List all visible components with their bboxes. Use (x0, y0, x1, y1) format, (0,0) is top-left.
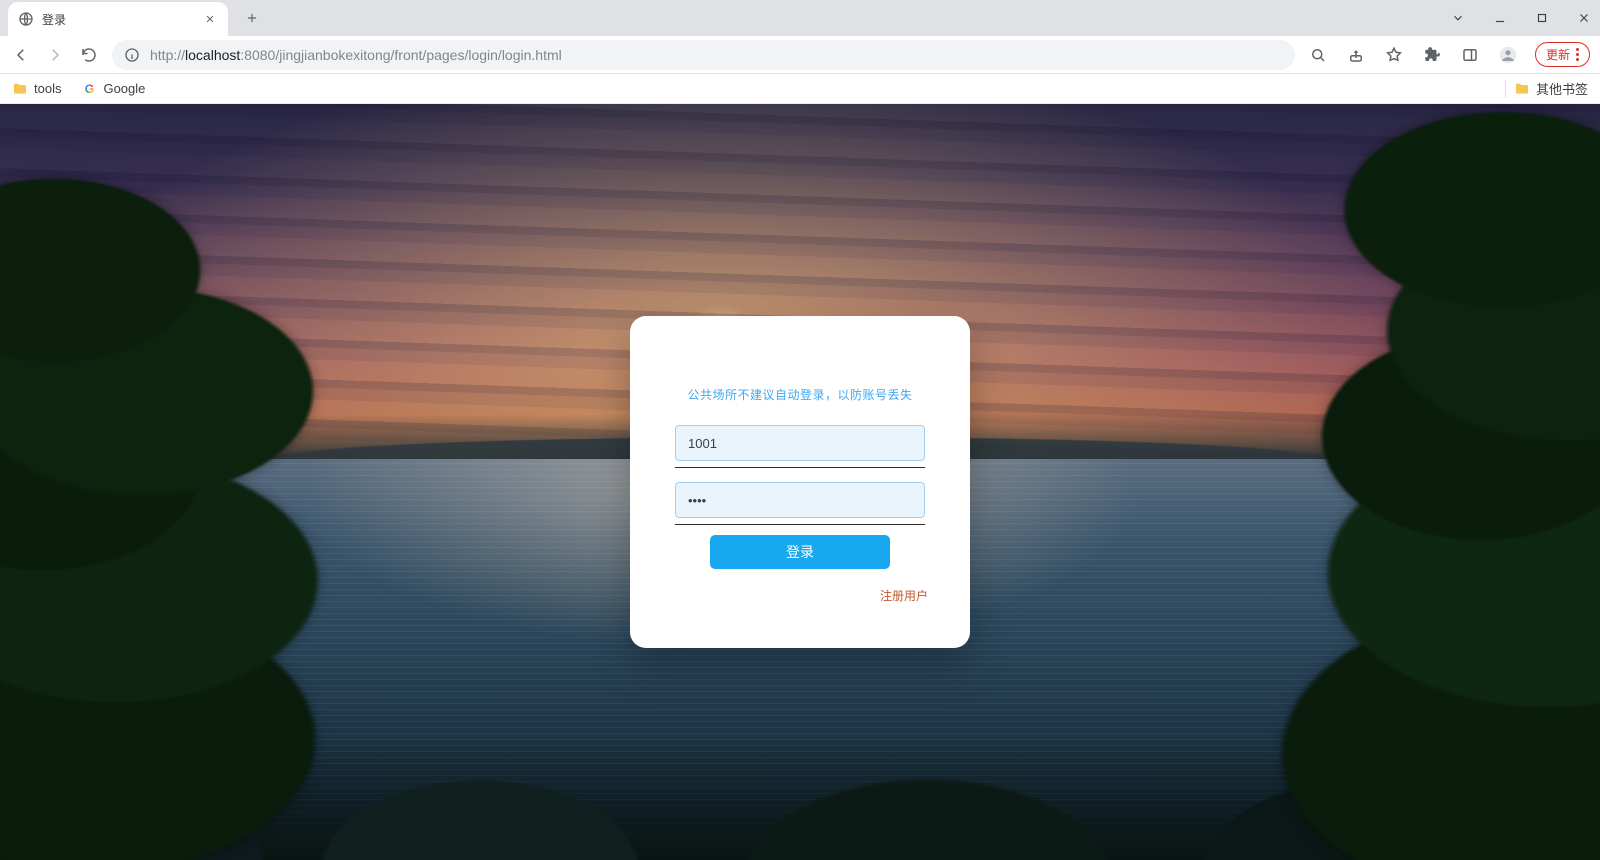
profile-icon[interactable] (1497, 44, 1519, 66)
bookmark-google[interactable]: G Google (81, 81, 145, 97)
share-icon[interactable] (1345, 44, 1367, 66)
globe-icon (18, 11, 34, 27)
bookmark-label: tools (34, 81, 61, 96)
login-card: 公共场所不建议自动登录，以防账号丢失 登录 注册用户 (630, 316, 970, 648)
field-underline (675, 467, 925, 468)
kebab-menu-icon (1576, 48, 1579, 61)
update-label: 更新 (1546, 46, 1570, 63)
toolbar: http://localhost:8080/jingjianbokexitong… (0, 36, 1600, 74)
browser-tab[interactable]: 登录 (8, 2, 228, 36)
bookmark-label: 其他书签 (1536, 79, 1588, 98)
update-chrome-button[interactable]: 更新 (1535, 42, 1590, 67)
site-info-icon[interactable] (124, 47, 140, 63)
tab-strip: 登录 (0, 0, 1600, 36)
page-viewport: 公共场所不建议自动登录，以防账号丢失 登录 注册用户 (0, 104, 1600, 860)
field-underline (675, 524, 925, 525)
forward-button[interactable] (44, 44, 66, 66)
browser-chrome: 登录 (0, 0, 1600, 104)
new-tab-button[interactable] (238, 4, 266, 32)
login-hint: 公共场所不建议自动登录，以防账号丢失 (658, 386, 942, 403)
window-maximize-icon[interactable] (1532, 8, 1552, 28)
address-bar[interactable]: http://localhost:8080/jingjianbokexitong… (112, 40, 1295, 70)
tab-title: 登录 (42, 11, 194, 28)
register-link[interactable]: 注册用户 (658, 587, 928, 604)
back-button[interactable] (10, 44, 32, 66)
folder-icon (12, 81, 28, 97)
window-minimize-icon[interactable] (1490, 8, 1510, 28)
password-input[interactable] (675, 482, 925, 518)
bookmarks-bar: tools G Google 其他书签 (0, 74, 1600, 104)
close-tab-icon[interactable] (202, 11, 218, 27)
google-icon: G (81, 81, 97, 97)
bookmark-label: Google (103, 81, 145, 96)
username-input[interactable] (675, 425, 925, 461)
login-button[interactable]: 登录 (710, 535, 890, 569)
side-panel-icon[interactable] (1459, 44, 1481, 66)
extensions-icon[interactable] (1421, 44, 1443, 66)
window-close-icon[interactable] (1574, 8, 1594, 28)
bookmark-tools[interactable]: tools (12, 81, 61, 97)
zoom-icon[interactable] (1307, 44, 1329, 66)
reload-button[interactable] (78, 44, 100, 66)
folder-icon (1514, 81, 1530, 97)
bookmarks-separator (1505, 80, 1506, 98)
chevron-down-icon[interactable] (1448, 8, 1468, 28)
bookmark-other[interactable]: 其他书签 (1514, 79, 1588, 98)
url-text: http://localhost:8080/jingjianbokexitong… (150, 47, 1283, 63)
bookmark-star-icon[interactable] (1383, 44, 1405, 66)
